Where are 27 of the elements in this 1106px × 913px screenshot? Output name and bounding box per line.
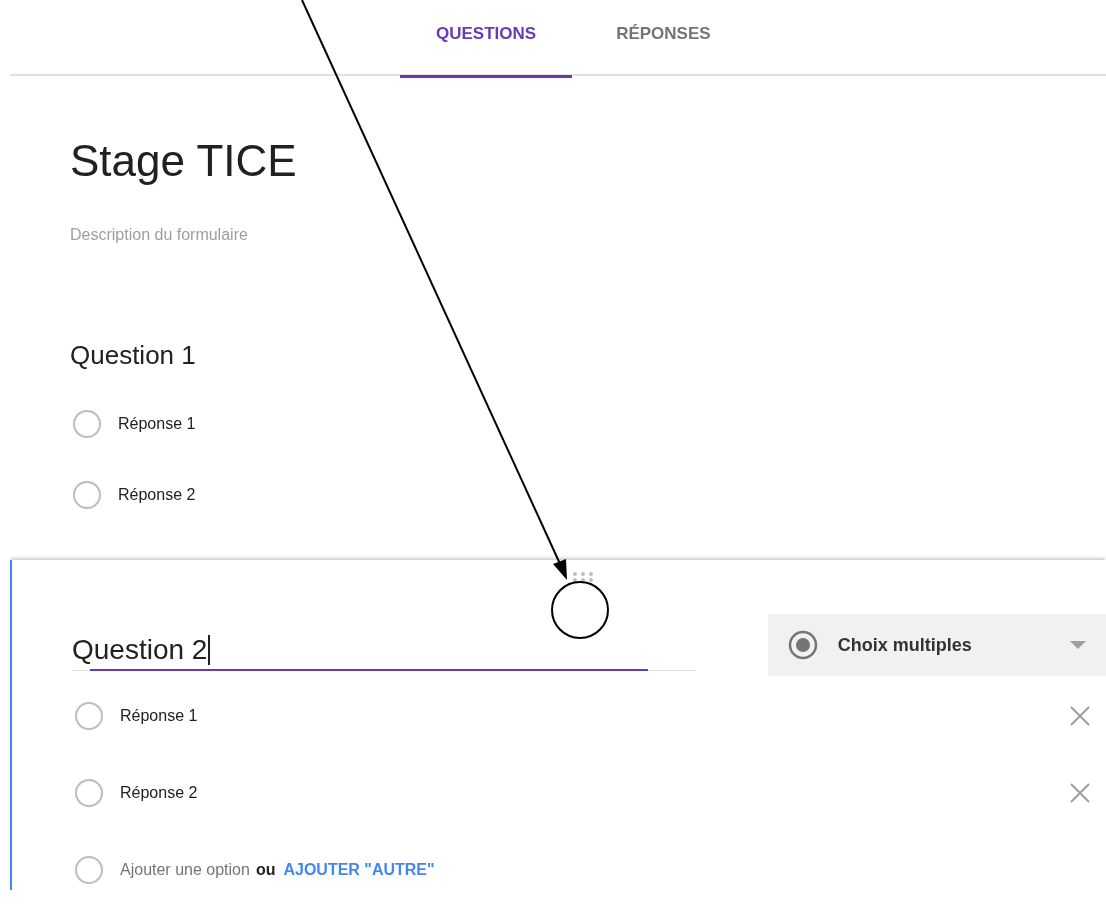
radio-icon [74,854,104,885]
tab[interactable]: QUESTIONS [400,0,573,78]
radio-icon [72,479,102,510]
highlight-circle [551,581,609,639]
question-type-dropdown[interactable]: Choix multiples [767,614,1106,676]
radio-icon [74,700,104,731]
radio-selected-icon [787,630,818,660]
drag-handle-icon [571,571,595,583]
add-option-field[interactable]: Ajouter une option [120,860,250,879]
question-title-field[interactable]: Question 2 [72,619,696,671]
option-label: Réponse 2 [118,485,196,504]
option-label: Réponse 2 [120,783,198,802]
add-other-link[interactable]: AJOUTER "AUTRE" [275,860,435,879]
close-icon [1070,782,1090,803]
form-title: Stage TICE [70,136,298,186]
dropdown-arrow-icon [1070,641,1086,649]
tab[interactable]: RÉPONSES [580,0,747,78]
radio-icon [72,408,102,439]
option-label: Réponse 1 [118,414,196,433]
remove-option-button[interactable] [1070,782,1090,803]
separator-text: ou [255,860,276,879]
option-label: Réponse 1 [120,706,198,725]
close-icon [1070,705,1090,726]
radio-icon [74,777,104,808]
form-description: Description du formulaire [70,226,249,244]
remove-option-button[interactable] [1070,705,1090,726]
question-title: Question 1 [70,340,197,370]
